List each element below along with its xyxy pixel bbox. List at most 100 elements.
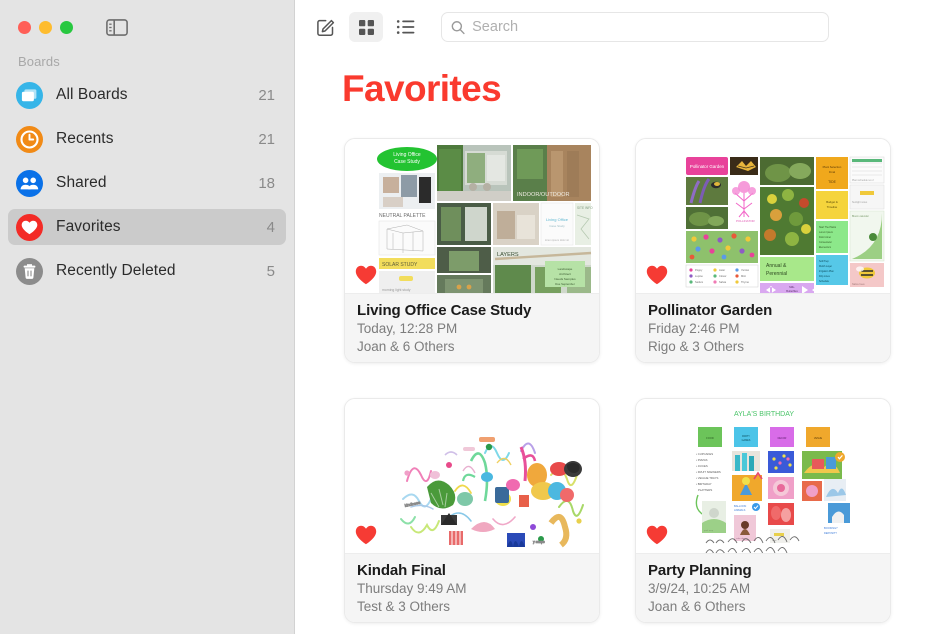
grid-view-button[interactable]	[349, 12, 383, 42]
minimize-button[interactable]	[39, 20, 52, 34]
toolbar	[295, 0, 932, 54]
favorite-heart-icon[interactable]	[355, 525, 377, 545]
board-title: Kindah Final	[357, 562, 446, 579]
svg-text:POLLINATOR: POLLINATOR	[736, 219, 756, 223]
search-icon	[451, 20, 465, 34]
list-view-button[interactable]	[389, 12, 423, 42]
sidebar-item-label: Shared	[56, 174, 107, 191]
svg-text:• FRUIT SKEWERS: • FRUIT SKEWERS	[696, 470, 721, 474]
svg-text:Timeline: Timeline	[827, 205, 838, 209]
mini-board-canvas: AYLA'S BIRTHDAY FOOD • CUPCAKES • PIZZAS …	[636, 399, 890, 553]
svg-text:Plant schedule rev 2: Plant schedule rev 2	[852, 179, 874, 182]
heart-icon	[16, 213, 43, 241]
sidebar-item-count: 21	[258, 86, 275, 104]
svg-text:Clover: Clover	[719, 274, 727, 278]
window-controls	[18, 20, 73, 34]
board-people: Rigo & 3 Others	[648, 338, 745, 354]
compose-icon	[317, 19, 335, 36]
svg-text:Architect: Architect	[559, 272, 571, 276]
sidebar-item-all-boards[interactable]: All Boards 21	[8, 77, 286, 113]
svg-text:FOOD: FOOD	[706, 436, 714, 440]
mini-board-canvas: kindness y snaps	[345, 399, 599, 553]
main-content: Favorites Living Office Case Study	[295, 0, 932, 634]
sidebar-item-count: 4	[266, 218, 275, 236]
notes-boards-window: Boards All Boards 21 Recents 21 Shared 1…	[0, 0, 932, 634]
board-card[interactable]: Living Office Case Study NEUTRAL PALETTE	[344, 138, 600, 363]
favorite-heart-icon[interactable]	[646, 525, 668, 545]
board-card-footer: Living Office Case Study Today, 12:28 PM…	[345, 293, 599, 362]
board-thumbnail: kindness y snaps	[345, 399, 599, 553]
search-field[interactable]	[441, 12, 829, 42]
svg-text:Final: Final	[829, 170, 835, 174]
sidebar-section-label: Boards	[18, 54, 60, 69]
svg-text:Lorem Ipsum: Lorem Ipsum	[819, 231, 833, 234]
svg-text:Drip Lines: Drip Lines	[819, 275, 831, 278]
svg-text:PLATTERS: PLATTERS	[698, 488, 712, 492]
svg-text:Landscape: Landscape	[558, 267, 573, 271]
board-title: Pollinator Garden	[648, 302, 773, 319]
board-card[interactable]: AYLA'S BIRTHDAY FOOD • CUPCAKES • PIZZAS …	[635, 398, 891, 623]
board-date: Today, 12:28 PM	[357, 321, 458, 336]
sidebar-item-count: 5	[266, 262, 275, 280]
sidebar-item-recently-deleted[interactable]: Recently Deleted 5	[8, 253, 286, 289]
close-button[interactable]	[18, 20, 31, 34]
svg-text:Consectetur: Consectetur	[819, 241, 832, 244]
trash-icon	[16, 257, 43, 285]
svg-text:• BIRTHDAY: • BIRTHDAY	[696, 482, 712, 486]
board-title: Living Office Case Study	[357, 302, 532, 319]
favorite-heart-icon[interactable]	[355, 265, 377, 285]
sidebar-toggle-icon[interactable]	[104, 17, 130, 37]
sidebar-item-label: Favorites	[56, 218, 121, 235]
svg-text:Bloom calendar: Bloom calendar	[852, 215, 869, 218]
svg-text:Plant Selection: Plant Selection	[823, 165, 842, 169]
board-thumbnail: Pollinator Garden POLLINATOR Poppy Aster…	[636, 139, 890, 293]
svg-text:Native bees: Native bees	[852, 283, 865, 286]
boards-icon	[16, 81, 43, 109]
svg-text:Case Study: Case Study	[394, 159, 420, 165]
favorite-heart-icon[interactable]	[646, 265, 668, 285]
svg-text:Salvia: Salvia	[719, 280, 727, 284]
board-date: 3/9/24, 10:25 AM	[648, 581, 751, 596]
sidebar-item-shared[interactable]: Shared 18	[8, 165, 286, 201]
board-title: Party Planning	[648, 562, 752, 579]
sidebar-item-recents[interactable]: Recents 21	[8, 121, 286, 157]
svg-text:INDOOR/OUTDOOR: INDOOR/OUTDOOR	[517, 192, 570, 198]
svg-text:Poppy: Poppy	[695, 268, 703, 272]
board-grid: Living Office Case Study NEUTRAL PALETTE	[295, 110, 932, 623]
board-card-footer: Kindah Final Thursday 9:49 AM Test & 3 O…	[345, 553, 599, 622]
compose-button[interactable]	[309, 12, 343, 42]
sidebar-item-count: 18	[258, 174, 275, 192]
titlebar	[0, 0, 294, 54]
board-people: Joan & 6 Others	[357, 338, 455, 354]
svg-text:Budget &: Budget &	[826, 200, 838, 204]
svg-text:y snaps: y snaps	[533, 540, 545, 544]
board-thumbnail: Living Office Case Study NEUTRAL PALETTE	[345, 139, 599, 293]
svg-text:PARTY: PARTY	[742, 435, 750, 438]
search-input[interactable]	[472, 19, 819, 35]
svg-text:Dolor Amet: Dolor Amet	[819, 236, 831, 239]
svg-text:LAYERS: LAYERS	[497, 252, 519, 258]
svg-text:Thyme: Thyme	[741, 280, 749, 284]
svg-text:BOOKING?: BOOKING?	[824, 526, 838, 530]
sidebar-item-favorites[interactable]: Favorites 4	[8, 209, 286, 245]
svg-text:Butterflies: Butterflies	[786, 289, 798, 293]
svg-text:SITE INFO: SITE INFO	[577, 206, 593, 210]
svg-text:VENUE: VENUE	[814, 437, 823, 440]
svg-text:• PIZZAS: • PIZZAS	[696, 458, 708, 462]
mini-board-canvas: Pollinator Garden POLLINATOR Poppy Aster…	[636, 139, 890, 293]
svg-text:Irrigation Plan: Irrigation Plan	[819, 270, 834, 273]
svg-text:Needs Samples: Needs Samples	[554, 277, 576, 281]
maximize-button[interactable]	[60, 20, 73, 34]
clock-icon	[16, 125, 43, 153]
svg-text:TIDE: TIDE	[828, 180, 836, 184]
svg-text:BALLOON: BALLOON	[734, 504, 746, 508]
svg-text:Sunlight notes: Sunlight notes	[852, 201, 868, 204]
board-card[interactable]: Pollinator Garden POLLINATOR Poppy Aster…	[635, 138, 891, 363]
svg-text:Mulch Layer: Mulch Layer	[819, 265, 832, 268]
svg-text:DECOR: DECOR	[778, 437, 787, 440]
svg-text:Start The Plants: Start The Plants	[819, 226, 837, 229]
svg-text:DEPOSIT?: DEPOSIT?	[824, 531, 837, 535]
svg-text:SOLAR STUDY: SOLAR STUDY	[382, 262, 418, 268]
board-card[interactable]: kindness y snaps Kindah Final Thursday 9…	[344, 398, 600, 623]
board-thumbnail: AYLA'S BIRTHDAY FOOD • CUPCAKES • PIZZAS …	[636, 399, 890, 553]
